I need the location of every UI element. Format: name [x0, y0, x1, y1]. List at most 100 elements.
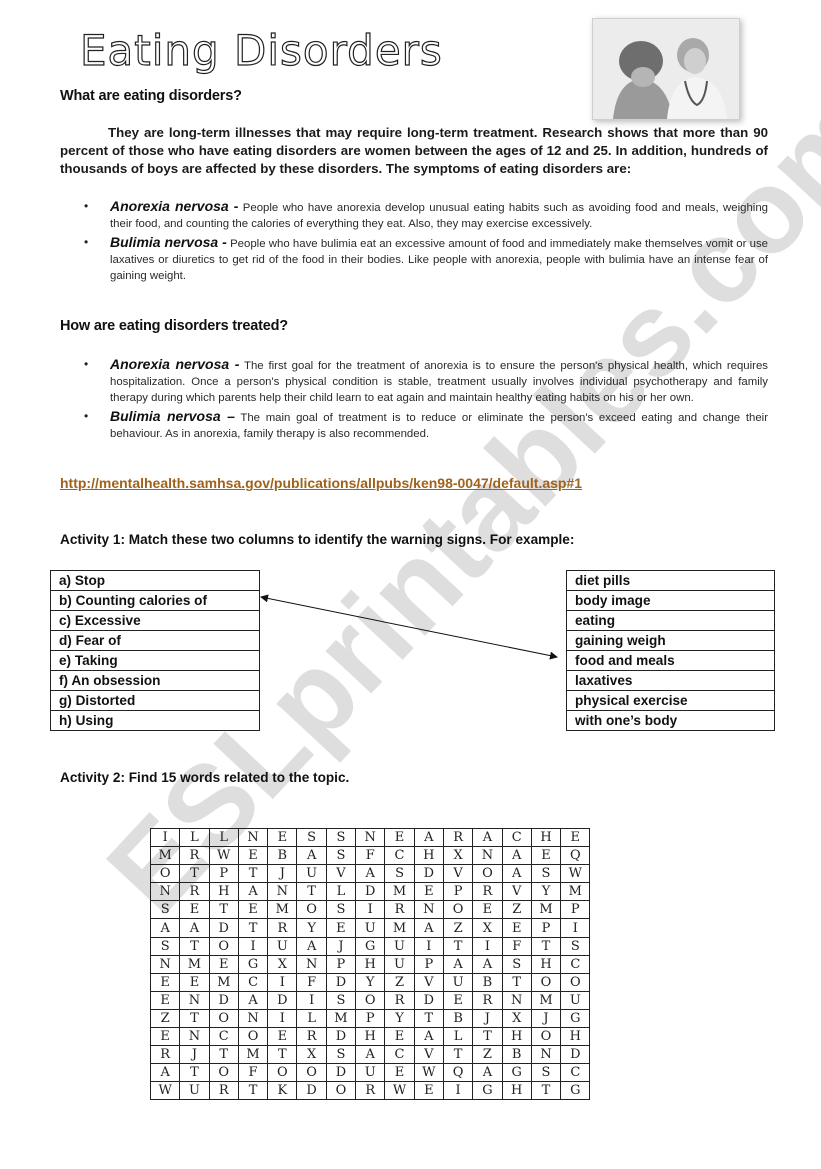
grid-cell[interactable]: E [237, 900, 269, 920]
grid-cell[interactable]: D [355, 882, 386, 902]
grid-cell[interactable]: T [208, 1045, 239, 1065]
match-right-item[interactable]: physical exercise [566, 690, 775, 711]
grid-cell[interactable]: P [442, 882, 474, 902]
grid-cell[interactable]: N [267, 882, 298, 902]
grid-cell[interactable]: N [149, 954, 181, 974]
grid-cell[interactable]: C [384, 1045, 415, 1065]
grid-cell[interactable]: L [325, 882, 357, 902]
grid-cell[interactable]: O [296, 1063, 327, 1083]
grid-cell[interactable]: A [149, 1063, 181, 1083]
grid-cell[interactable]: I [355, 900, 386, 920]
match-left-item[interactable]: g) Distorted [50, 690, 260, 711]
grid-cell[interactable]: D [208, 990, 239, 1010]
match-left-item[interactable]: f) An obsession [50, 670, 260, 691]
grid-cell[interactable]: A [472, 1063, 503, 1083]
grid-cell[interactable]: N [530, 1045, 562, 1065]
grid-cell[interactable]: S [149, 900, 181, 920]
grid-cell[interactable]: T [179, 936, 210, 956]
grid-cell[interactable]: P [560, 900, 591, 920]
grid-cell[interactable]: U [560, 990, 591, 1010]
grid-cell[interactable]: A [296, 846, 327, 866]
grid-cell[interactable]: O [296, 900, 327, 920]
grid-cell[interactable]: D [325, 1063, 357, 1083]
grid-cell[interactable]: E [208, 954, 239, 974]
grid-cell[interactable]: N [237, 827, 269, 848]
grid-cell[interactable]: R [472, 990, 503, 1010]
grid-cell[interactable]: E [149, 972, 181, 992]
grid-cell[interactable]: V [325, 864, 357, 884]
grid-cell[interactable]: T [530, 1081, 562, 1101]
grid-cell[interactable]: A [296, 936, 327, 956]
grid-cell[interactable]: A [237, 990, 269, 1010]
grid-cell[interactable]: S [501, 954, 532, 974]
grid-cell[interactable]: F [501, 936, 532, 956]
grid-cell[interactable]: S [384, 864, 415, 884]
grid-cell[interactable]: A [355, 864, 386, 884]
grid-cell[interactable]: E [530, 846, 562, 866]
grid-cell[interactable]: T [442, 1045, 474, 1065]
grid-cell[interactable]: E [149, 1027, 181, 1047]
grid-cell[interactable]: E [384, 1063, 415, 1083]
grid-cell[interactable]: E [442, 990, 474, 1010]
grid-cell[interactable]: D [325, 1027, 357, 1047]
grid-cell[interactable]: E [413, 1081, 444, 1101]
grid-cell[interactable]: O [442, 900, 474, 920]
grid-cell[interactable]: R [384, 990, 415, 1010]
grid-cell[interactable]: W [149, 1081, 181, 1101]
grid-cell[interactable]: C [560, 954, 591, 974]
grid-cell[interactable]: Y [530, 882, 562, 902]
grid-cell[interactable]: I [237, 936, 269, 956]
match-left-item[interactable]: e) Taking [50, 650, 260, 671]
grid-cell[interactable]: Q [442, 1063, 474, 1083]
grid-cell[interactable]: R [442, 827, 474, 848]
grid-cell[interactable]: H [530, 827, 562, 848]
grid-cell[interactable]: N [501, 990, 532, 1010]
grid-cell[interactable]: O [208, 1063, 239, 1083]
grid-cell[interactable]: R [296, 1027, 327, 1047]
grid-cell[interactable]: T [296, 882, 327, 902]
grid-cell[interactable]: T [179, 864, 210, 884]
grid-cell[interactable]: M [560, 882, 591, 902]
grid-cell[interactable]: A [355, 1045, 386, 1065]
grid-cell[interactable]: O [208, 1008, 239, 1029]
grid-cell[interactable]: Z [149, 1008, 181, 1029]
grid-cell[interactable]: R [149, 1045, 181, 1065]
grid-cell[interactable]: A [472, 827, 503, 848]
grid-cell[interactable]: A [237, 882, 269, 902]
grid-cell[interactable]: F [237, 1063, 269, 1083]
grid-cell[interactable]: L [179, 827, 210, 848]
match-right-item[interactable]: diet pills [566, 570, 775, 591]
grid-cell[interactable]: C [560, 1063, 591, 1083]
grid-cell[interactable]: E [413, 882, 444, 902]
grid-cell[interactable]: U [442, 972, 474, 992]
grid-cell[interactable]: O [149, 864, 181, 884]
grid-cell[interactable]: Z [442, 918, 474, 938]
grid-cell[interactable]: L [296, 1008, 327, 1029]
grid-cell[interactable]: X [501, 1008, 532, 1029]
grid-cell[interactable]: T [237, 864, 269, 884]
grid-cell[interactable]: U [179, 1081, 210, 1101]
grid-cell[interactable]: A [501, 864, 532, 884]
grid-cell[interactable]: I [267, 972, 298, 992]
match-left-item[interactable]: d) Fear of [50, 630, 260, 651]
grid-cell[interactable]: I [472, 936, 503, 956]
grid-cell[interactable]: A [413, 1027, 444, 1047]
grid-cell[interactable]: T [179, 1008, 210, 1029]
grid-cell[interactable]: F [296, 972, 327, 992]
grid-cell[interactable]: Y [384, 1008, 415, 1029]
grid-cell[interactable]: M [384, 882, 415, 902]
grid-cell[interactable]: C [501, 827, 532, 848]
grid-cell[interactable]: K [267, 1081, 298, 1101]
grid-cell[interactable]: G [472, 1081, 503, 1101]
grid-cell[interactable]: S [325, 827, 357, 848]
grid-cell[interactable]: E [267, 1027, 298, 1047]
match-right-item[interactable]: gaining weigh [566, 630, 775, 651]
grid-cell[interactable]: X [296, 1045, 327, 1065]
match-right-item[interactable]: eating [566, 610, 775, 631]
grid-cell[interactable]: O [472, 864, 503, 884]
grid-cell[interactable]: O [560, 972, 591, 992]
grid-cell[interactable]: D [208, 918, 239, 938]
grid-cell[interactable]: D [413, 864, 444, 884]
grid-cell[interactable]: H [355, 954, 386, 974]
grid-cell[interactable]: E [384, 1027, 415, 1047]
